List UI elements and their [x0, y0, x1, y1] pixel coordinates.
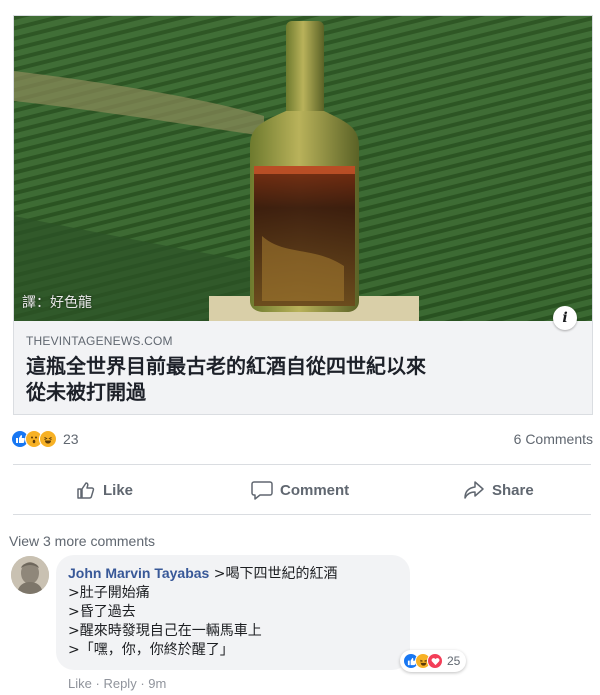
share-button-label: Share: [492, 481, 534, 499]
comment-bubble: John Marvin Tayabas >喝下四世紀的紅酒 >肚子開始痛 >昏了…: [56, 555, 410, 670]
view-more-comments-link[interactable]: View 3 more comments: [9, 533, 155, 549]
comments-count-link[interactable]: 6 Comments: [514, 431, 593, 447]
comment-reply-link[interactable]: Reply: [103, 676, 136, 691]
comment-reaction-count: 25: [447, 654, 461, 668]
translator-watermark: 譯：好色龍: [22, 295, 92, 311]
comment-reactions-summary[interactable]: 25: [400, 650, 467, 672]
speech-bubble-icon: [251, 481, 273, 500]
comment-button[interactable]: Comment: [251, 480, 349, 500]
avatar[interactable]: [11, 556, 49, 594]
info-icon[interactable]: i: [553, 306, 577, 330]
haha-reaction-icon: [39, 430, 57, 448]
link-preview-card[interactable]: 譯：好色龍 i THEVINTAGENEWS.COM 這瓶全世界目前最古老的紅酒…: [13, 15, 593, 415]
comment-timestamp[interactable]: 9m: [148, 676, 166, 691]
like-button[interactable]: Like: [76, 480, 133, 500]
post-reactions-summary[interactable]: 23: [11, 429, 79, 449]
like-button-label: Like: [103, 481, 134, 499]
share-button[interactable]: Share: [463, 480, 534, 500]
comment-author-link[interactable]: John Marvin Tayabas: [68, 565, 209, 581]
meta-separator: ·: [140, 676, 145, 691]
meta-separator: ·: [95, 676, 100, 691]
comment-body: John Marvin Tayabas >喝下四世紀的紅酒 >肚子開始痛 >昏了…: [68, 564, 408, 660]
statue-avatar-image: [11, 556, 49, 594]
comment-button-label: Comment: [280, 481, 350, 499]
vineyard-wine-image: [14, 16, 592, 321]
love-reaction-icon: [427, 653, 443, 669]
link-headline[interactable]: 這瓶全世界目前最古老的紅酒自從四世紀以來 從未被打開過: [26, 353, 566, 405]
comment-like-link[interactable]: Like: [68, 676, 92, 691]
link-domain[interactable]: THEVINTAGENEWS.COM: [26, 334, 173, 348]
comment-meta: Like · Reply · 9m: [68, 676, 166, 691]
divider: [13, 464, 591, 465]
thumbs-up-icon: [77, 482, 95, 499]
share-arrow-icon: [464, 481, 484, 499]
wine-bottle-photo[interactable]: 譯：好色龍: [14, 16, 592, 321]
divider: [13, 514, 591, 515]
reaction-count[interactable]: 23: [63, 431, 79, 447]
